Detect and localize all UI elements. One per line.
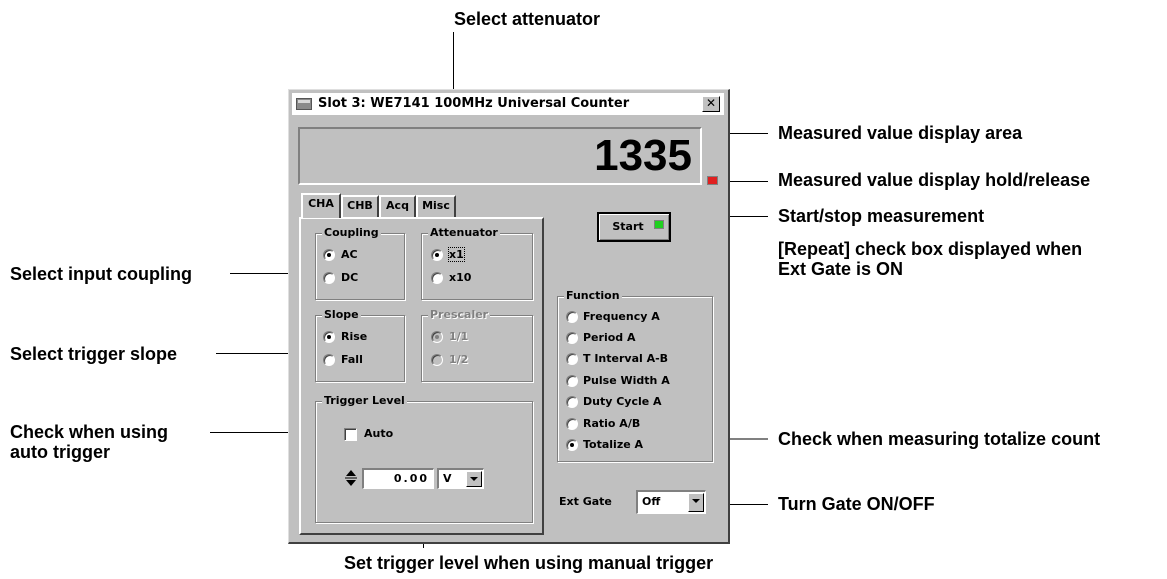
trigger-level-spinner[interactable] [344, 468, 358, 488]
coupling-ac-radio[interactable] [323, 249, 335, 261]
annotation-start-stop: Start/stop measurement [778, 206, 985, 226]
attenuator-x10-label: x10 [449, 271, 472, 284]
attenuator-x10-radio[interactable] [431, 272, 443, 284]
annotation-auto-trigger-line1: Check when using [10, 422, 169, 442]
slope-rise-radio[interactable] [323, 331, 335, 343]
annotation-repeat-checkbox-line2: Ext Gate is ON [778, 259, 904, 279]
slope-fall-radio[interactable] [323, 354, 335, 366]
trigger-level-title: Trigger Level [322, 394, 407, 407]
function-pulse-width-label: Pulse Width A [583, 374, 670, 387]
attenuator-title: Attenuator [428, 226, 500, 239]
annotation-select-input-coupling: Select input coupling [10, 264, 193, 284]
trigger-level-input[interactable]: 0.00 [362, 468, 434, 489]
tab-chb[interactable]: CHB [341, 195, 379, 217]
prescaler-1-2-radio [431, 354, 443, 366]
ext-gate-select[interactable]: Off [636, 490, 706, 514]
annotation-select-trigger-slope: Select trigger slope [10, 344, 178, 364]
function-frequency-a-radio[interactable] [566, 311, 578, 323]
prescaler-group: Prescaler 1/1 1/2 [421, 308, 533, 382]
trigger-level-value: 0.00 [393, 472, 429, 485]
function-totalize-label: Totalize A [583, 438, 644, 451]
display-hold-indicator[interactable] [707, 176, 718, 185]
function-t-interval-radio[interactable] [566, 353, 578, 365]
coupling-dc-label: DC [341, 271, 359, 284]
trigger-level-group: Trigger Level Auto 0.00 V [315, 394, 533, 523]
spinner-arrows-icon [345, 470, 357, 486]
function-pulse-width-radio[interactable] [566, 375, 578, 387]
window-icon[interactable] [296, 98, 312, 110]
tab-misc-label: Misc [422, 199, 450, 212]
annotation-select-attenuator: Select attenuator [454, 9, 601, 29]
function-ratio-label: Ratio A/B [583, 417, 641, 430]
function-group: Function Frequency A Period A T Interval… [557, 289, 713, 462]
tab-misc[interactable]: Misc [416, 195, 456, 217]
slope-fall-label: Fall [341, 353, 363, 366]
tab-acq[interactable]: Acq [379, 195, 416, 217]
prescaler-title: Prescaler [428, 308, 491, 321]
auto-trigger-checkbox[interactable] [344, 428, 357, 441]
ext-gate-chevron-down-icon[interactable] [688, 493, 704, 512]
counter-window: Slot 3: WE7141 100MHz Universal Counter … [288, 89, 730, 544]
function-t-interval-label: T Interval A-B [583, 352, 669, 365]
annotation-set-trigger-level: Set trigger level when using manual trig… [344, 553, 714, 573]
function-duty-cycle-radio[interactable] [566, 396, 578, 408]
trigger-unit-select[interactable]: V [437, 468, 484, 489]
prescaler-1-1-label: 1/1 [449, 330, 469, 343]
window-title: Slot 3: WE7141 100MHz Universal Counter [318, 96, 630, 111]
function-ratio-radio[interactable] [566, 418, 578, 430]
coupling-dc-radio[interactable] [323, 272, 335, 284]
prescaler-1-2-label: 1/2 [449, 353, 469, 366]
tab-acq-label: Acq [386, 199, 409, 212]
attenuator-group: Attenuator x1 x10 [421, 226, 533, 300]
function-frequency-a-label: Frequency A [583, 310, 660, 323]
annotation-measured-value-display-area: Measured value display area [778, 123, 1023, 143]
annotation-display-hold-release: Measured value display hold/release [778, 170, 1091, 190]
coupling-ac-label: AC [341, 248, 358, 261]
close-icon: ✕ [705, 96, 717, 110]
ext-gate-value: Off [642, 495, 661, 508]
function-period-a-label: Period A [583, 331, 636, 344]
tab-cha[interactable]: CHA [301, 193, 341, 218]
slope-title: Slope [322, 308, 361, 321]
annotation-totalize: Check when measuring totalize count [778, 429, 1101, 449]
start-indicator-icon [654, 220, 664, 229]
auto-trigger-label: Auto [364, 427, 394, 440]
annotation-repeat-checkbox-line1: [Repeat] check box displayed when [778, 239, 1083, 259]
tab-strip: CHA CHB Acq Misc [301, 193, 551, 219]
function-totalize-radio[interactable] [566, 439, 578, 451]
tab-panel-cha: Coupling AC DC Attenuator x1 x10 Slope R… [299, 217, 544, 535]
function-title: Function [564, 289, 622, 302]
ext-gate-label: Ext Gate [559, 495, 612, 508]
annotation-turn-gate: Turn Gate ON/OFF [778, 494, 935, 514]
attenuator-x1-label: x1 [448, 247, 465, 262]
prescaler-1-1-radio [431, 331, 443, 343]
title-bar[interactable]: Slot 3: WE7141 100MHz Universal Counter … [292, 93, 724, 115]
slope-group: Slope Rise Fall [315, 308, 405, 382]
start-button-label: Start [612, 220, 644, 233]
start-button[interactable]: Start [597, 212, 671, 242]
annotation-auto-trigger-line2: auto trigger [10, 442, 111, 462]
coupling-group: Coupling AC DC [315, 226, 405, 300]
chevron-down-icon[interactable] [466, 471, 482, 487]
measured-value-display: 1335 [298, 127, 702, 185]
attenuator-x1-radio[interactable] [431, 249, 443, 261]
slope-rise-label: Rise [341, 330, 368, 343]
tab-cha-label: CHA [308, 197, 334, 210]
function-duty-cycle-label: Duty Cycle A [583, 395, 662, 408]
coupling-title: Coupling [322, 226, 381, 239]
close-button[interactable]: ✕ [702, 96, 720, 112]
tab-chb-label: CHB [347, 199, 373, 212]
measured-value: 1335 [594, 131, 692, 180]
function-period-a-radio[interactable] [566, 332, 578, 344]
trigger-unit-value: V [443, 472, 452, 485]
